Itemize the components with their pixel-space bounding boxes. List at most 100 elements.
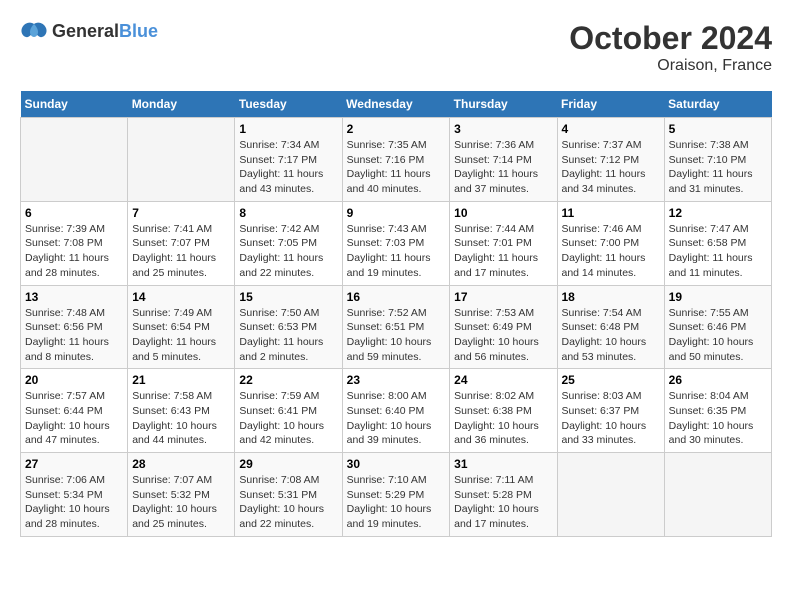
calendar-cell: 10Sunrise: 7:44 AMSunset: 7:01 PMDayligh… xyxy=(450,201,557,285)
month-title: October 2024 Oraison, France xyxy=(569,20,772,75)
week-row-4: 20 Sunrise: 7:57 AMSunset: 6:44 PMDayligh… xyxy=(21,369,772,453)
calendar-cell: 15 Sunrise: 7:50 AMSunset: 6:53 PMDayligh… xyxy=(235,285,342,369)
logo-bird-icon xyxy=(20,20,48,42)
calendar-cell: 6 Sunrise: 7:39 AMSunset: 7:08 PMDaylight… xyxy=(21,201,128,285)
day-info: Sunrise: 7:42 AMSunset: 7:05 PMDaylight:… xyxy=(239,222,337,281)
day-info: Sunrise: 7:35 AMSunset: 7:16 PMDaylight:… xyxy=(347,138,446,197)
logo-general: General xyxy=(52,21,119,41)
calendar-cell: 2 Sunrise: 7:35 AMSunset: 7:16 PMDaylight… xyxy=(342,118,450,202)
weekday-wednesday: Wednesday xyxy=(342,91,450,118)
day-number: 28 xyxy=(132,457,230,471)
day-info: Sunrise: 7:34 AMSunset: 7:17 PMDaylight:… xyxy=(239,138,337,197)
day-info: Sunrise: 7:10 AMSunset: 5:29 PMDaylight:… xyxy=(347,473,446,532)
location: Oraison, France xyxy=(569,57,772,75)
calendar-cell: 14 Sunrise: 7:49 AMSunset: 6:54 PMDayligh… xyxy=(128,285,235,369)
day-info: Sunrise: 8:04 AMSunset: 6:35 PMDaylight:… xyxy=(669,389,767,448)
day-number: 5 xyxy=(669,122,767,136)
calendar-cell: 9 Sunrise: 7:43 AMSunset: 7:03 PMDaylight… xyxy=(342,201,450,285)
day-number: 19 xyxy=(669,290,767,304)
day-number: 1 xyxy=(239,122,337,136)
day-info: Sunrise: 7:08 AMSunset: 5:31 PMDaylight:… xyxy=(239,473,337,532)
day-info: Sunrise: 7:44 AMSunset: 7:01 PMDaylight:… xyxy=(454,222,552,281)
day-info: Sunrise: 7:50 AMSunset: 6:53 PMDaylight:… xyxy=(239,306,337,365)
day-info: Sunrise: 7:53 AMSunset: 6:49 PMDaylight:… xyxy=(454,306,552,365)
calendar-cell xyxy=(21,118,128,202)
week-row-2: 6 Sunrise: 7:39 AMSunset: 7:08 PMDaylight… xyxy=(21,201,772,285)
calendar-table: SundayMondayTuesdayWednesdayThursdayFrid… xyxy=(20,91,772,537)
weekday-friday: Friday xyxy=(557,91,664,118)
day-info: Sunrise: 7:43 AMSunset: 7:03 PMDaylight:… xyxy=(347,222,446,281)
logo: GeneralBlue xyxy=(20,20,158,42)
day-info: Sunrise: 7:59 AMSunset: 6:41 PMDaylight:… xyxy=(239,389,337,448)
calendar-cell xyxy=(128,118,235,202)
calendar-cell: 3Sunrise: 7:36 AMSunset: 7:14 PMDaylight… xyxy=(450,118,557,202)
day-info: Sunrise: 7:36 AMSunset: 7:14 PMDaylight:… xyxy=(454,138,552,197)
day-number: 4 xyxy=(562,122,660,136)
day-number: 16 xyxy=(347,290,446,304)
day-number: 26 xyxy=(669,373,767,387)
day-number: 11 xyxy=(562,206,660,220)
calendar-cell xyxy=(557,453,664,537)
day-number: 13 xyxy=(25,290,123,304)
day-number: 31 xyxy=(454,457,552,471)
day-number: 7 xyxy=(132,206,230,220)
day-info: Sunrise: 7:48 AMSunset: 6:56 PMDaylight:… xyxy=(25,306,123,365)
day-number: 20 xyxy=(25,373,123,387)
month-year: October 2024 xyxy=(569,20,772,57)
day-info: Sunrise: 7:07 AMSunset: 5:32 PMDaylight:… xyxy=(132,473,230,532)
day-number: 24 xyxy=(454,373,552,387)
day-number: 14 xyxy=(132,290,230,304)
day-info: Sunrise: 7:41 AMSunset: 7:07 PMDaylight:… xyxy=(132,222,230,281)
day-number: 23 xyxy=(347,373,446,387)
day-info: Sunrise: 7:39 AMSunset: 7:08 PMDaylight:… xyxy=(25,222,123,281)
weekday-tuesday: Tuesday xyxy=(235,91,342,118)
day-number: 18 xyxy=(562,290,660,304)
day-number: 12 xyxy=(669,206,767,220)
calendar-cell: 4 Sunrise: 7:37 AMSunset: 7:12 PMDaylight… xyxy=(557,118,664,202)
calendar-cell: 13 Sunrise: 7:48 AMSunset: 6:56 PMDayligh… xyxy=(21,285,128,369)
day-number: 27 xyxy=(25,457,123,471)
calendar-body: 1 Sunrise: 7:34 AMSunset: 7:17 PMDaylight… xyxy=(21,118,772,537)
calendar-header: SundayMondayTuesdayWednesdayThursdayFrid… xyxy=(21,91,772,118)
weekday-sunday: Sunday xyxy=(21,91,128,118)
weekday-saturday: Saturday xyxy=(664,91,771,118)
logo-text: GeneralBlue xyxy=(52,21,158,42)
calendar-cell: 22Sunrise: 7:59 AMSunset: 6:41 PMDayligh… xyxy=(235,369,342,453)
day-number: 21 xyxy=(132,373,230,387)
calendar-cell: 5Sunrise: 7:38 AMSunset: 7:10 PMDaylight… xyxy=(664,118,771,202)
calendar-cell: 27 Sunrise: 7:06 AMSunset: 5:34 PMDayligh… xyxy=(21,453,128,537)
calendar-cell: 18 Sunrise: 7:54 AMSunset: 6:48 PMDayligh… xyxy=(557,285,664,369)
calendar-cell: 16 Sunrise: 7:52 AMSunset: 6:51 PMDayligh… xyxy=(342,285,450,369)
calendar-cell: 21 Sunrise: 7:58 AMSunset: 6:43 PMDayligh… xyxy=(128,369,235,453)
weekday-thursday: Thursday xyxy=(450,91,557,118)
day-info: Sunrise: 7:06 AMSunset: 5:34 PMDaylight:… xyxy=(25,473,123,532)
calendar-cell: 19Sunrise: 7:55 AMSunset: 6:46 PMDayligh… xyxy=(664,285,771,369)
day-number: 2 xyxy=(347,122,446,136)
week-row-1: 1 Sunrise: 7:34 AMSunset: 7:17 PMDaylight… xyxy=(21,118,772,202)
day-number: 17 xyxy=(454,290,552,304)
day-number: 15 xyxy=(239,290,337,304)
day-number: 30 xyxy=(347,457,446,471)
day-info: Sunrise: 7:37 AMSunset: 7:12 PMDaylight:… xyxy=(562,138,660,197)
day-info: Sunrise: 8:03 AMSunset: 6:37 PMDaylight:… xyxy=(562,389,660,448)
day-number: 9 xyxy=(347,206,446,220)
day-info: Sunrise: 7:57 AMSunset: 6:44 PMDaylight:… xyxy=(25,389,123,448)
calendar-cell: 23Sunrise: 8:00 AMSunset: 6:40 PMDayligh… xyxy=(342,369,450,453)
day-info: Sunrise: 7:11 AMSunset: 5:28 PMDaylight:… xyxy=(454,473,552,532)
calendar-cell: 29 Sunrise: 7:08 AMSunset: 5:31 PMDayligh… xyxy=(235,453,342,537)
calendar-cell xyxy=(664,453,771,537)
week-row-5: 27 Sunrise: 7:06 AMSunset: 5:34 PMDayligh… xyxy=(21,453,772,537)
day-info: Sunrise: 7:54 AMSunset: 6:48 PMDaylight:… xyxy=(562,306,660,365)
calendar-cell: 17 Sunrise: 7:53 AMSunset: 6:49 PMDayligh… xyxy=(450,285,557,369)
day-info: Sunrise: 7:52 AMSunset: 6:51 PMDaylight:… xyxy=(347,306,446,365)
day-info: Sunrise: 7:58 AMSunset: 6:43 PMDaylight:… xyxy=(132,389,230,448)
calendar-cell: 11Sunrise: 7:46 AMSunset: 7:00 PMDayligh… xyxy=(557,201,664,285)
calendar-cell: 8Sunrise: 7:42 AMSunset: 7:05 PMDaylight… xyxy=(235,201,342,285)
calendar-cell: 20 Sunrise: 7:57 AMSunset: 6:44 PMDayligh… xyxy=(21,369,128,453)
calendar-cell: 28 Sunrise: 7:07 AMSunset: 5:32 PMDayligh… xyxy=(128,453,235,537)
day-info: Sunrise: 7:49 AMSunset: 6:54 PMDaylight:… xyxy=(132,306,230,365)
day-number: 29 xyxy=(239,457,337,471)
day-number: 6 xyxy=(25,206,123,220)
logo-blue: Blue xyxy=(119,21,158,41)
page-header: GeneralBlue October 2024 Oraison, France xyxy=(20,20,772,75)
